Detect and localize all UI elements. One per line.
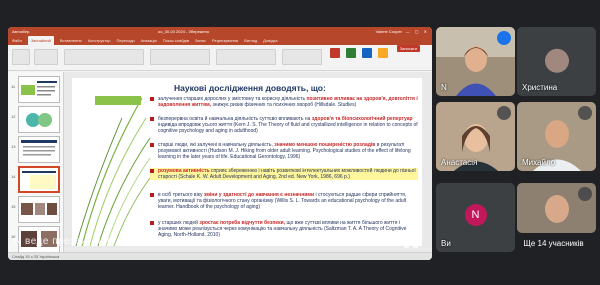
bullet-item: розумова активність сприяє збереженню і … <box>150 168 418 180</box>
avatar <box>544 48 569 73</box>
mic-off-icon <box>497 106 511 120</box>
dictate-icon[interactable] <box>346 48 356 58</box>
slide-thumbnail[interactable] <box>18 196 60 223</box>
thumbnail-graphic <box>21 203 57 215</box>
bullet-item: безперервна освіта й навчальна діяльніст… <box>150 116 418 134</box>
participant-tile-self[interactable]: N Ви <box>436 183 515 252</box>
bullet-item: старші люди, які залучені в навчальну ді… <box>150 142 418 160</box>
shared-screen: Автозбер. оо_30-04 2024 - Збережено Vale… <box>8 27 432 260</box>
mic-off-icon <box>578 31 592 45</box>
avatar: N <box>464 203 487 226</box>
mic-off-icon <box>578 106 592 120</box>
participant-name: Анастасія <box>441 158 478 167</box>
file-name: оо_30-04 2024 - Збережено <box>158 29 210 34</box>
participant-name: Христина <box>522 83 558 92</box>
addins-icon[interactable] <box>362 48 372 58</box>
thumbnail-graphic <box>21 140 57 156</box>
participant-tile[interactable]: N <box>436 27 515 96</box>
slide-thumbnail-selected[interactable] <box>18 166 60 193</box>
autosave-label[interactable]: Автозбер. <box>12 29 30 34</box>
copilot-icon[interactable] <box>378 48 388 58</box>
tab-review[interactable]: Рецензування <box>212 36 238 45</box>
slide-thumbnails: 11 12 13 14 15 16 <box>8 72 64 253</box>
thumb-number: 11 <box>11 84 16 89</box>
slide-thumbnail[interactable] <box>18 76 60 103</box>
window-buttons[interactable]: — ▢ ✕ <box>406 27 429 36</box>
tab-design[interactable]: Конструктор <box>88 36 111 45</box>
tab-view[interactable]: Вигляд <box>244 36 257 45</box>
participant-tile[interactable]: Христина <box>517 27 596 96</box>
tab-help[interactable]: Довідка <box>263 36 277 45</box>
paragraph-group[interactable] <box>150 49 210 65</box>
designer-icon[interactable] <box>330 48 340 58</box>
tab-animations[interactable]: Анімація <box>141 36 157 45</box>
tab-insert[interactable]: Вставлення <box>60 36 82 45</box>
tab-record[interactable]: Запис <box>195 36 206 45</box>
current-slide[interactable]: Наукові дослідження доводять, що: залуче… <box>72 78 422 246</box>
tab-home[interactable]: Звичайний <box>27 36 54 45</box>
editing-group[interactable] <box>282 49 322 65</box>
tab-file[interactable]: Файл <box>12 36 22 45</box>
participant-tile[interactable]: Михайло <box>517 102 596 171</box>
participant-name: N <box>441 83 447 92</box>
mic-off-icon <box>578 187 592 201</box>
ribbon-tabs: Файл Звичайний Вставлення Конструктор Пе… <box>8 36 432 45</box>
speaking-icon <box>497 31 511 45</box>
slide-bullets: залучення старших дорослих у змістовну т… <box>150 94 418 244</box>
user-name[interactable]: Valerie Cooper <box>376 27 402 36</box>
thumb-number: 13 <box>11 144 16 149</box>
paste-button[interactable] <box>12 49 30 65</box>
slide-thumbnail[interactable] <box>18 106 60 133</box>
drawing-group[interactable] <box>216 49 276 65</box>
tab-transitions[interactable]: Переходи <box>117 36 135 45</box>
meeting-stage: Автозбер. оо_30-04 2024 - Збережено Vale… <box>0 0 600 285</box>
title-accent-bar <box>95 96 141 105</box>
mic-off-icon <box>497 187 511 201</box>
thumb-number: 14 <box>11 174 16 179</box>
thumb-number: 15 <box>11 204 16 209</box>
more-participants[interactable]: Ще 14 учасників <box>514 237 593 251</box>
thumbnail-graphic <box>22 171 56 189</box>
participant-tile[interactable] <box>517 183 596 233</box>
tab-slideshow[interactable]: Показ слайдів <box>163 36 189 45</box>
thumb-number: 12 <box>11 114 16 119</box>
bullet-item: у старших людей зростає потреба відчуття… <box>150 220 418 238</box>
ribbon <box>8 45 432 71</box>
thumbnail-graphic <box>26 113 52 127</box>
new-slide-button[interactable] <box>34 49 58 65</box>
bullet-item: залучення старших дорослих у змістовну т… <box>150 96 418 108</box>
participant-tile[interactable]: Анастасія <box>436 102 515 171</box>
presenter-label: N веде презентацію <box>14 236 116 247</box>
slide-thumbnail[interactable] <box>18 136 60 163</box>
powerpoint-titlebar: Автозбер. оо_30-04 2024 - Збережено Vale… <box>8 27 432 36</box>
participant-name: Михайло <box>522 158 556 167</box>
font-group[interactable] <box>64 49 144 65</box>
bullet-item: в осіб третього віку зміни у здатності д… <box>150 192 418 210</box>
participant-name: Ви <box>441 239 451 248</box>
thumbnail-graphic <box>21 81 57 96</box>
status-bar: Слайд 15 з 33 Українська <box>8 252 432 260</box>
fullscreen-icon[interactable] <box>404 234 418 248</box>
editor-area: 11 12 13 14 15 16 Наукові дослідження до… <box>8 72 432 253</box>
record-button[interactable]: Записати <box>396 45 420 52</box>
slide-title: Наукові дослідження доводять, що: <box>174 83 326 93</box>
